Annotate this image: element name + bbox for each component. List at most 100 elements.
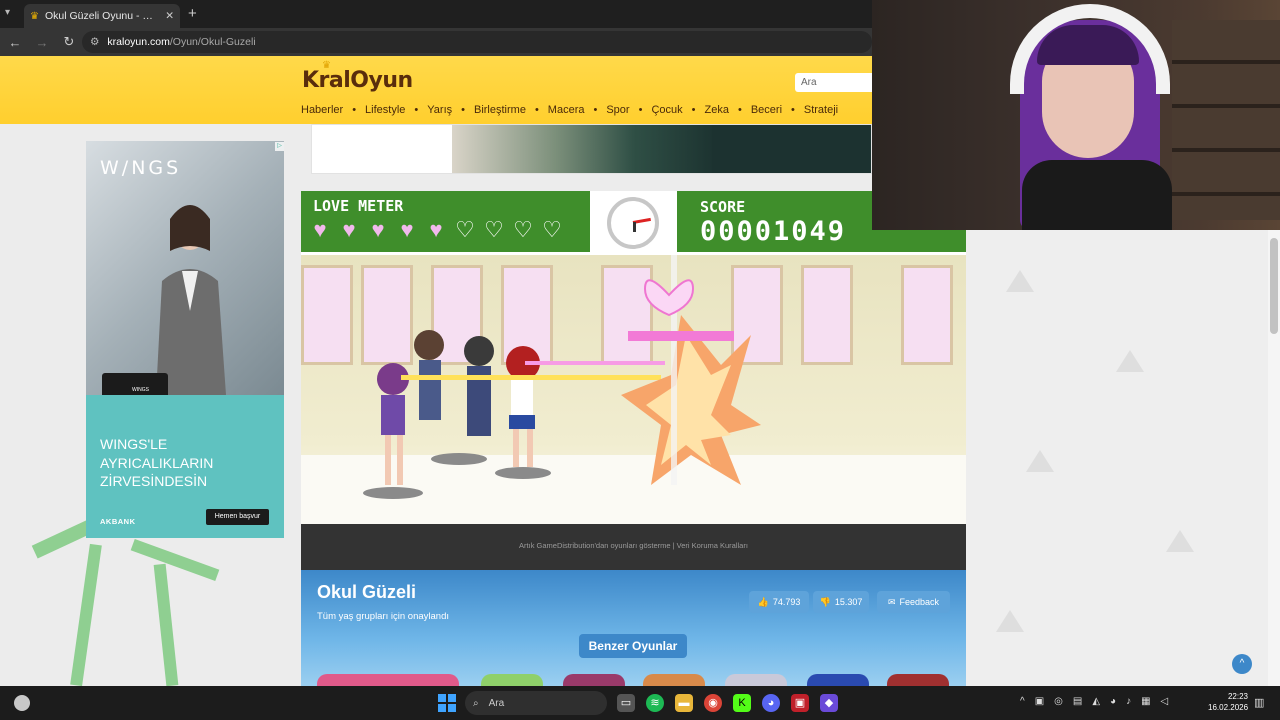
side-ad-text-panel: WINGS'LE AYRICALIKLARIN ZİRVESİNDESİN AK… <box>86 395 284 538</box>
heart-empty-icon: ♡ <box>484 217 504 242</box>
ad-bank-logo: AKBANK <box>100 517 136 526</box>
age-rating-text: Tüm yaş grupları için onaylandı <box>317 611 450 622</box>
similar-game-thumbnail[interactable] <box>725 674 787 686</box>
love-meter-panel: LOVE METER ♥ ♥ ♥ ♥ ♥ ♡ ♡ ♡ ♡ <box>301 191 590 252</box>
adchoices-icon[interactable]: ▷ <box>275 142 284 151</box>
app-taskbar-icon[interactable]: ▣ <box>791 694 809 712</box>
tab-list-icon[interactable]: ▾ <box>5 7 10 18</box>
heart-icon: ♥ <box>313 217 327 242</box>
score-label: SCORE <box>700 198 746 216</box>
side-ad[interactable]: W/NGS WINGS ▷ WINGS'LE AYRICALIKLARIN Zİ… <box>86 141 284 538</box>
forward-icon[interactable]: → <box>30 35 54 50</box>
network-icon[interactable]: ▦ <box>1141 696 1150 707</box>
category-nav: Haberler • Lifestyle • Yarış • Birleştirme •… <box>301 104 839 116</box>
heart-icon: ♥ <box>371 217 385 242</box>
start-menu-icon[interactable] <box>438 694 456 712</box>
new-tab-icon[interactable]: + <box>188 5 197 22</box>
page-scrollbar[interactable] <box>1268 230 1280 686</box>
app-taskbar-icon[interactable]: ◆ <box>820 694 838 712</box>
site-logo[interactable]: ♛ KralOyun <box>302 60 413 93</box>
url-domain: kraloyun.com <box>107 36 170 48</box>
palm-decoration <box>130 538 220 582</box>
discord-taskbar-icon[interactable]: ◕ <box>762 694 780 712</box>
crown-favicon-icon: ♛ <box>30 10 39 22</box>
category-link-cocuk[interactable]: Çocuk <box>651 104 682 116</box>
webcam-overlay <box>872 0 1280 230</box>
similar-game-thumbnail[interactable] <box>807 674 869 686</box>
thumbs-up-icon: 👍 <box>757 596 769 607</box>
spotify-taskbar-icon[interactable]: ≋ <box>646 694 664 712</box>
discord-tray-icon[interactable]: ◕ <box>1110 696 1116 707</box>
site-search-input[interactable]: Ara <box>795 73 872 92</box>
heart-empty-icon: ♡ <box>513 217 533 242</box>
site-info-icon[interactable]: ⚙ <box>90 36 99 48</box>
chrome-taskbar-icon[interactable]: ◉ <box>704 694 722 712</box>
tray-app-icon[interactable]: ▤ <box>1073 696 1082 707</box>
similar-games-heading: Benzer Oyunlar <box>579 634 687 658</box>
like-button[interactable]: 👍 74.793 <box>749 591 809 613</box>
notification-icon[interactable]: ▥ <box>1254 696 1264 709</box>
reload-icon[interactable]: ↻ <box>57 34 81 50</box>
tray-app-icon[interactable]: ▣ <box>1035 696 1044 707</box>
taskbar-search[interactable]: ⌕ Ara <box>465 691 607 715</box>
love-meter-label: LOVE METER <box>313 197 404 215</box>
windows-taskbar: ⌕ Ara ▭ ≋ ▬ ◉ K ◕ ▣ ◆ ^ ▣ ◎ ▤ ◭ ◕ ♪ ▦ ◁ … <box>0 686 1280 720</box>
similar-game-thumbnail[interactable] <box>643 674 705 686</box>
scrollbar-thumb[interactable] <box>1270 238 1278 334</box>
search-icon: ⌕ <box>473 697 479 709</box>
game-canvas[interactable]: LOVE METER ♥ ♥ ♥ ♥ ♥ ♡ ♡ ♡ ♡ SCORE 00001… <box>301 191 966 524</box>
similar-game-thumbnail[interactable] <box>481 674 543 686</box>
background-shape <box>1116 350 1144 372</box>
heart-empty-icon: ♡ <box>542 217 562 242</box>
url-path: /Oyun/Okul-Guzeli <box>169 36 256 48</box>
ad-headline: WINGS'LE AYRICALIKLARIN ZİRVESİNDESİN <box>100 436 214 489</box>
page-right-background <box>966 230 1268 686</box>
side-ad-photo: W/NGS WINGS ▷ <box>86 141 284 413</box>
category-link-spor[interactable]: Spor <box>606 104 629 116</box>
category-link-strateji[interactable]: Strateji <box>804 104 838 116</box>
file-explorer-taskbar-icon[interactable]: ▭ <box>617 694 635 712</box>
game-distribution-footer[interactable]: Artık GameDistribution'dan oyunları göst… <box>301 524 966 570</box>
model-figure-image <box>156 205 226 395</box>
streamer-body <box>1022 160 1172 230</box>
address-bar[interactable]: ⚙ kraloyun.com/Oyun/Okul-Guzeli <box>82 31 872 53</box>
similar-game-thumbnail[interactable] <box>317 674 459 686</box>
tray-app-icon[interactable]: ◎ <box>1054 696 1063 707</box>
game-info-panel: Okul Güzeli Tüm yaş grupları için onayla… <box>301 570 966 686</box>
tray-app-icon[interactable]: ◭ <box>1092 696 1100 707</box>
back-icon[interactable]: ← <box>3 35 27 50</box>
banner-ad-panel <box>712 125 871 173</box>
category-link-macera[interactable]: Macera <box>548 104 585 116</box>
school-hallway-scene <box>301 255 966 524</box>
category-link-birlestirme[interactable]: Birleştirme <box>474 104 526 116</box>
microphone-icon[interactable]: ♪ <box>1126 696 1131 707</box>
ad-apply-button[interactable]: Hemen başvur <box>206 509 269 525</box>
folder-taskbar-icon[interactable]: ▬ <box>675 694 693 712</box>
feedback-button[interactable]: ✉ Feedback <box>877 591 950 613</box>
similar-game-thumbnail[interactable] <box>887 674 949 686</box>
category-link-lifestyle[interactable]: Lifestyle <box>365 104 405 116</box>
heart-icon: ♥ <box>400 217 414 242</box>
close-tab-icon[interactable]: ✕ <box>165 10 174 22</box>
volume-muted-icon[interactable]: ◁ <box>1161 696 1169 707</box>
banner-ad[interactable] <box>311 124 872 174</box>
thumbs-down-icon: 👎 <box>819 596 831 607</box>
timer-clock-icon <box>607 197 659 249</box>
category-link-yaris[interactable]: Yarış <box>427 104 452 116</box>
category-link-beceri[interactable]: Beceri <box>751 104 782 116</box>
similar-game-thumbnail[interactable] <box>563 674 625 686</box>
category-link-zeka[interactable]: Zeka <box>705 104 729 116</box>
scroll-to-top-icon[interactable]: ^ <box>1232 654 1252 674</box>
dislike-button[interactable]: 👎 15.307 <box>813 591 869 613</box>
kick-taskbar-icon[interactable]: K <box>733 694 751 712</box>
category-link-haberler[interactable]: Haberler <box>301 104 343 116</box>
banner-ad-image <box>452 125 712 173</box>
chevron-up-icon[interactable]: ^ <box>1020 696 1025 707</box>
tab-title: Okul Güzeli Oyunu - Online üc <box>44 10 159 22</box>
taskbar-clock[interactable]: 22:23 16.02.2026 <box>1208 691 1248 713</box>
heart-icon: ♥ <box>429 217 443 242</box>
browser-tab[interactable]: ♛ Okul Güzeli Oyunu - Online üc ✕ <box>24 4 180 28</box>
site-header: ♛ KralOyun Ara Haberler • Lifestyle • Yarı… <box>0 56 872 124</box>
background-shape <box>1006 270 1034 292</box>
widgets-icon[interactable] <box>14 695 30 711</box>
